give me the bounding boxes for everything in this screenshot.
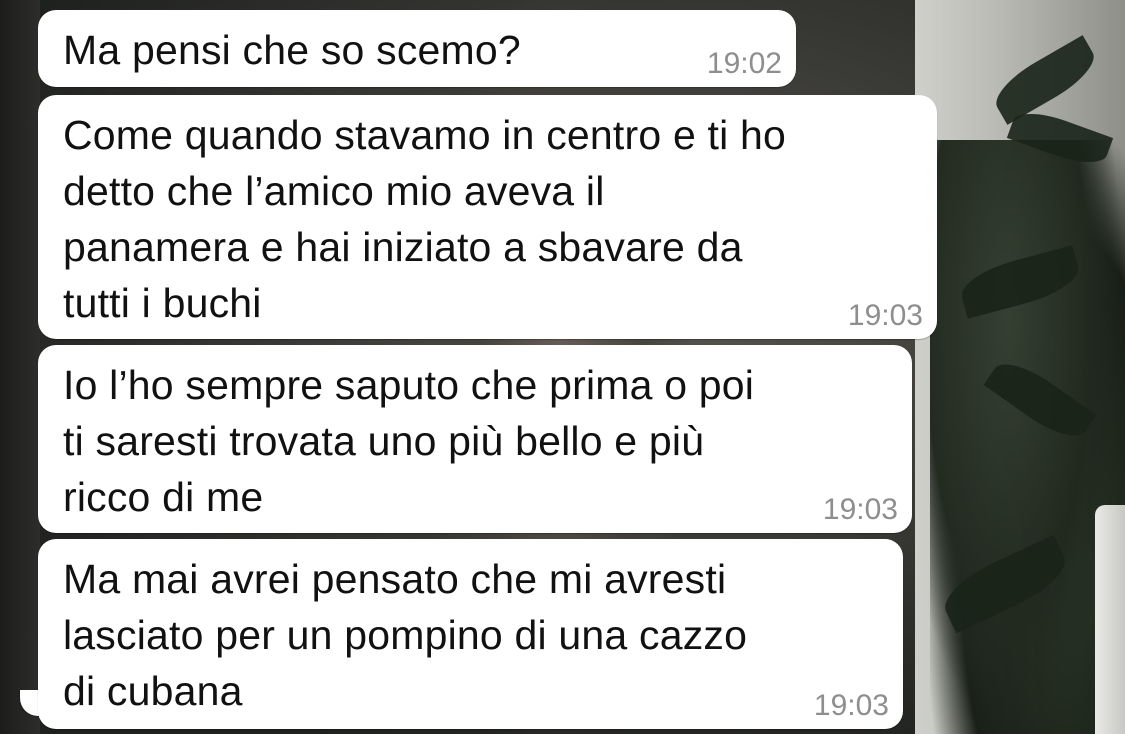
message-bubble[interactable]: Ma mai avrei pensato che mi avresti lasc… (38, 539, 903, 729)
message-list[interactable]: Ma pensi che so scemo? 19:02 Come quando… (0, 0, 1125, 734)
message-text: Ma mai avrei pensato che mi avresti lasc… (63, 556, 748, 714)
message-bubble[interactable]: Come quando stavamo in centro e ti ho de… (38, 95, 937, 339)
message-bubble[interactable]: Ma pensi che so scemo? 19:02 (38, 10, 796, 87)
message-timestamp: 19:03 (822, 493, 898, 526)
message-text: Ma pensi che so scemo? (63, 27, 521, 73)
message-text: Come quando stavamo in centro e ti ho de… (63, 112, 787, 326)
message-timestamp: 19:02 (706, 47, 782, 80)
message-timestamp: 19:03 (847, 299, 923, 332)
message-timestamp: 19:03 (813, 689, 889, 722)
message-text: Io l’ho sempre saputo che prima o poi ti… (63, 362, 755, 520)
message-bubble[interactable]: Io l’ho sempre saputo che prima o poi ti… (38, 345, 912, 533)
